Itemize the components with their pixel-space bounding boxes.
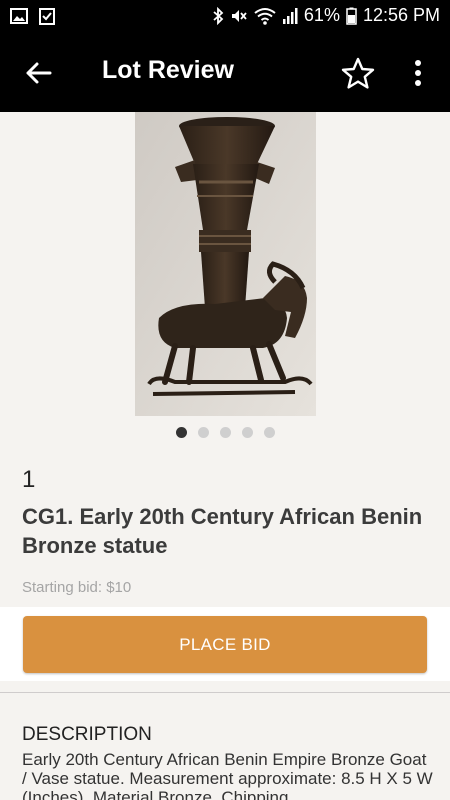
wifi-icon	[254, 7, 276, 25]
carousel-dot[interactable]	[219, 427, 231, 438]
description-heading: DESCRIPTION	[22, 724, 152, 745]
lot-image[interactable]	[135, 112, 316, 416]
battery-percent: 61%	[303, 5, 340, 25]
clock: 12:56 PM	[362, 5, 440, 25]
lot-number: 1	[22, 466, 36, 493]
back-arrow-icon[interactable]	[24, 58, 54, 88]
task-notification-icon	[38, 7, 56, 30]
carousel-dot[interactable]	[175, 427, 187, 438]
divider	[0, 692, 450, 693]
battery-icon	[346, 7, 357, 25]
page-title: Lot Review	[102, 56, 234, 84]
status-bar: 61% 12:56 PM	[0, 0, 450, 34]
more-options-icon[interactable]	[408, 58, 428, 88]
signal-icon	[282, 7, 298, 25]
lot-title: CG1. Early 20th Century African Benin Br…	[22, 504, 423, 558]
app-bar: Lot Review	[0, 34, 450, 112]
image-carousel-indicator	[0, 427, 450, 438]
bid-panel: PLACE BID	[0, 607, 450, 681]
carousel-dot[interactable]	[263, 427, 275, 438]
carousel-dot[interactable]	[241, 427, 253, 438]
starting-bid: Starting bid: $10	[22, 579, 132, 596]
mute-icon	[230, 7, 248, 25]
description-text: Early 20th Century African Benin Empire …	[22, 750, 433, 800]
bluetooth-icon	[212, 6, 224, 25]
gallery-notification-icon	[10, 7, 28, 30]
place-bid-button[interactable]: PLACE BID	[23, 616, 427, 673]
carousel-dot[interactable]	[197, 427, 209, 438]
favorite-star-icon[interactable]	[340, 56, 376, 92]
